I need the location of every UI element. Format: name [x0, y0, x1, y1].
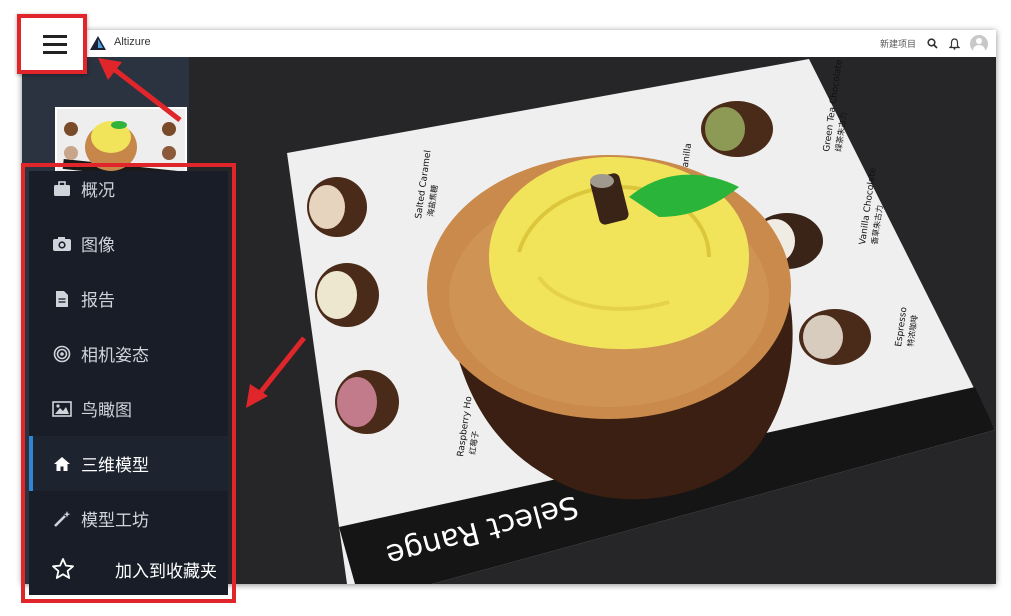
menu-item-camera-pose[interactable]: 相机姿态: [29, 326, 228, 381]
document-icon: [51, 288, 73, 310]
bell-icon[interactable]: [948, 37, 960, 50]
mini-cupcake: [701, 101, 773, 157]
mini-cupcake: [335, 370, 399, 434]
search-icon[interactable]: [926, 38, 938, 50]
brand-name[interactable]: Altizure: [114, 36, 151, 48]
menu-item-label: 三维模型: [81, 456, 149, 476]
image-icon: [51, 398, 73, 420]
cupcake-scene: Select Range Salted Caramel 海盐焦糖 Green T…: [287, 58, 995, 584]
menu-item-label: 鸟瞰图: [81, 401, 132, 421]
menu-item-overview[interactable]: 概况: [29, 161, 228, 216]
menu-item-label: 模型工坊: [81, 511, 149, 531]
annotation-arrow: [246, 336, 306, 408]
menu-item-model-workshop[interactable]: 模型工坊: [29, 491, 228, 546]
star-icon: [51, 557, 75, 581]
menu-item-label: 概况: [81, 181, 115, 201]
navigation-menu: 概况 图像 报告 相机姿态 鸟瞰图 三维模型 模型工坊 加入到收藏夹: [29, 171, 228, 595]
favorite-label: 加入到收藏夹: [115, 562, 217, 582]
magic-wand-icon: [51, 508, 73, 530]
menu-item-report[interactable]: 报告: [29, 271, 228, 326]
new-project-link[interactable]: 新建项目: [880, 37, 916, 50]
model-viewer[interactable]: Select Range Salted Caramel 海盐焦糖 Green T…: [189, 57, 996, 584]
menu-item-label: 相机姿态: [81, 346, 149, 366]
menu-item-images[interactable]: 图像: [29, 216, 228, 271]
menu-item-3d-model[interactable]: 三维模型: [29, 436, 228, 491]
camera-icon: [51, 233, 73, 255]
mini-cupcake: [307, 177, 367, 237]
annotation-arrow: [98, 58, 182, 122]
target-icon: [51, 343, 73, 365]
active-indicator: [29, 436, 33, 491]
avatar-icon[interactable]: [970, 34, 988, 53]
briefcase-icon: [51, 178, 73, 200]
mini-cupcake: [315, 263, 379, 327]
menu-item-label: 报告: [81, 291, 115, 311]
mini-cupcake: [799, 309, 871, 365]
home-icon: [51, 453, 73, 475]
add-to-favorites-button[interactable]: 加入到收藏夹: [29, 549, 228, 589]
menu-item-aerial-view[interactable]: 鸟瞰图: [29, 381, 228, 436]
logo-icon[interactable]: [89, 35, 107, 53]
top-bar: Altizure 新建项目: [22, 30, 996, 58]
menu-item-label: 图像: [81, 236, 115, 256]
menu-toggle-button[interactable]: [17, 14, 87, 74]
